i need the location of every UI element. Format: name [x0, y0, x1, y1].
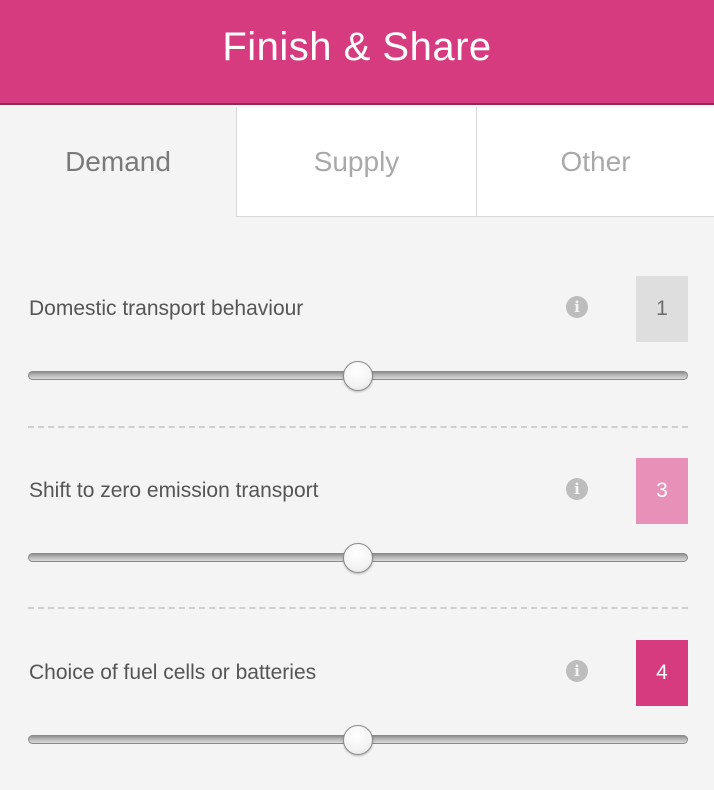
info-icon[interactable]: i [566, 478, 588, 500]
slider-handle[interactable] [343, 543, 373, 573]
lever-value: 3 [656, 479, 668, 502]
lever-value: 1 [656, 297, 668, 320]
tab-other[interactable]: Other [477, 107, 714, 217]
section-divider [28, 607, 688, 609]
lever-domestic-transport-behaviour: Domestic transport behaviour i 1 [0, 276, 714, 406]
lever-shift-to-zero-emission-transport: Shift to zero emission transport i 3 [0, 458, 714, 588]
lever-choice-of-fuel-cells-or-batteries: Choice of fuel cells or batteries i 4 [0, 640, 714, 770]
slider-handle[interactable] [343, 361, 373, 391]
tab-demand[interactable]: Demand [0, 107, 237, 217]
lever-value-badge: 4 [636, 640, 688, 706]
info-icon[interactable]: i [566, 296, 588, 318]
tab-bar: Demand Supply Other [0, 107, 714, 217]
tab-supply[interactable]: Supply [237, 107, 477, 217]
section-divider [28, 426, 688, 428]
lever-value-badge: 1 [636, 276, 688, 342]
info-icon[interactable]: i [566, 660, 588, 682]
app-header: Finish & Share [0, 0, 714, 105]
lever-value-badge: 3 [636, 458, 688, 524]
page-title: Finish & Share [222, 25, 492, 69]
lever-label: Choice of fuel cells or batteries [29, 661, 317, 684]
slider-handle[interactable] [343, 725, 373, 755]
lever-label: Shift to zero emission transport [29, 479, 319, 502]
lever-label: Domestic transport behaviour [29, 297, 304, 320]
lever-value: 4 [656, 661, 668, 684]
